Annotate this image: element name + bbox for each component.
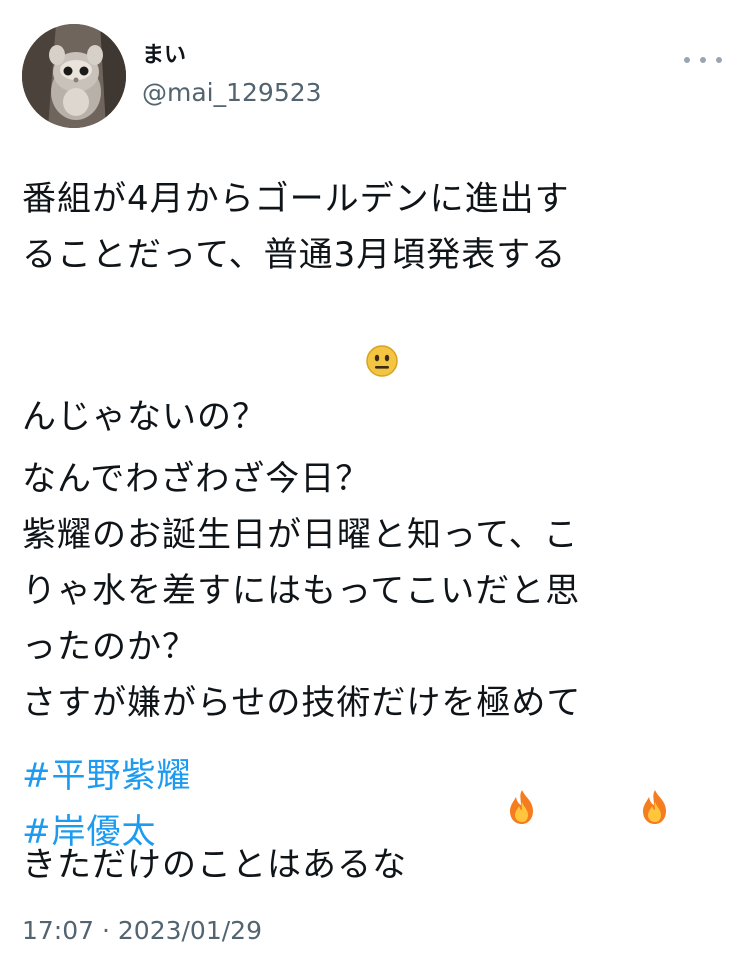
tweet-line: 番組が4月からゴールデンに進出す (22, 179, 570, 219)
display-name[interactable]: まい (142, 42, 322, 70)
tweet-line: んじゃないの？ (22, 397, 267, 437)
more-dot-icon (684, 57, 690, 63)
tweet-line: ることだって、普通3月頃発表する (22, 235, 567, 275)
avatar[interactable] (22, 24, 126, 128)
tweet-line: さすが嫌がらせの技術だけを極めて (22, 683, 582, 723)
tweet-line-with-emoji: んじゃないの？ (22, 283, 722, 451)
hashtag-list: #平野紫耀 #岸優太 (22, 748, 722, 860)
user-handle[interactable]: @mai_129523 (142, 78, 322, 108)
user-info: まい @mai_129523 (142, 42, 322, 108)
more-dot-icon (700, 57, 706, 63)
tweet-header: まい @mai_129523 (22, 24, 722, 134)
neutral-face-icon (271, 283, 399, 451)
more-dot-icon (716, 57, 722, 63)
hashtag-link[interactable]: #平野紫耀 (22, 748, 722, 804)
tweet-line: りゃ水を差すにはもってこいだと思 (22, 571, 581, 611)
tweet-line: ったのか？ (22, 627, 197, 667)
more-options-button[interactable] (684, 52, 722, 68)
tweet-line: なんでわざわざ今日？ (22, 459, 371, 499)
hashtag-link[interactable]: #岸優太 (22, 804, 722, 860)
tweet-timestamp[interactable]: 17:07 · 2023/01/29 (22, 916, 262, 946)
tweet-line: 紫耀のお誕生日が日曜と知って、こ (22, 515, 579, 555)
